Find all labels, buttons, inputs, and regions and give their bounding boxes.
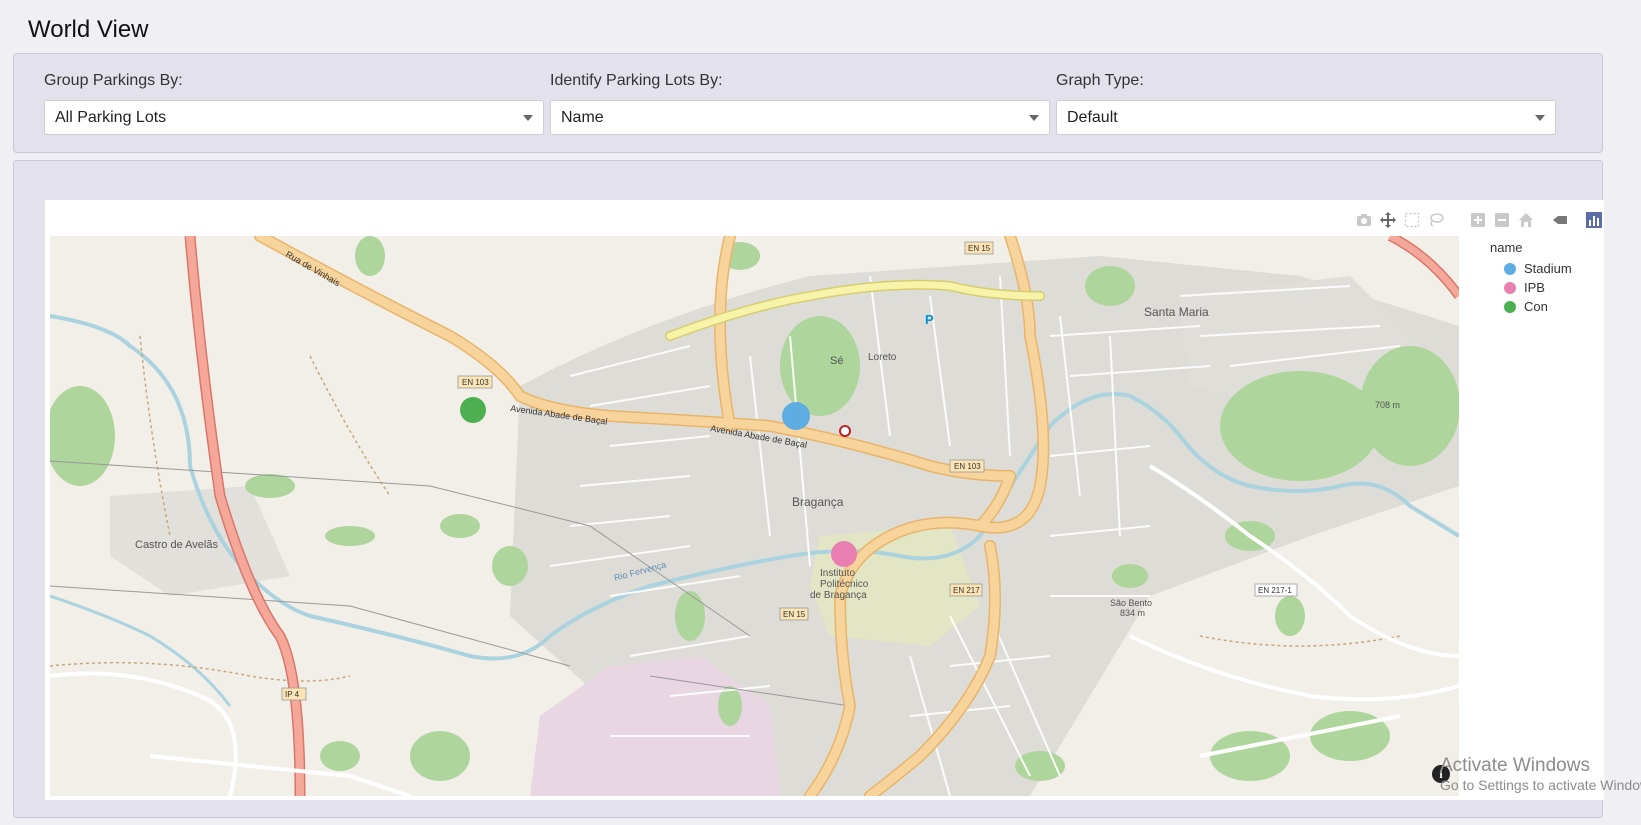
page-title: World View (28, 16, 149, 43)
point-con (460, 397, 486, 423)
chevron-down-icon (1029, 115, 1039, 121)
street-map[interactable]: Castro de Avelãs Bragança Sé Loreto Sant… (50, 236, 1459, 796)
graph-type-filter: Graph Type: Default (1056, 72, 1556, 135)
map-figure: Castro de Avelãs Bragança Sé Loreto Sant… (45, 200, 1604, 800)
shield-en15: EN 15 (968, 244, 991, 253)
legend-title: name (1490, 240, 1523, 255)
legend-label: Stadium (1524, 261, 1572, 276)
label-sao-bento-alt: 834 m (1120, 608, 1145, 618)
lasso-select-icon[interactable] (1426, 210, 1446, 230)
label-santa-maria: Santa Maria (1144, 305, 1209, 319)
modebar (1354, 210, 1604, 230)
chevron-down-icon (523, 115, 533, 121)
plotly-logo-icon[interactable] (1584, 210, 1604, 230)
identify-lots-label: Identify Parking Lots By: (550, 72, 723, 89)
label-castro-de-avelas: Castro de Avelãs (135, 539, 218, 551)
label-se: Sé (830, 355, 843, 367)
label-braganca: Bragança (792, 495, 844, 509)
shield-en15b: EN 15 (783, 610, 806, 619)
hospital-icon (839, 425, 851, 437)
map-tiles: Castro de Avelãs Bragança Sé Loreto Sant… (50, 236, 1459, 796)
legend: name Stadium IPB Con (1490, 240, 1572, 316)
chevron-down-icon (1535, 115, 1545, 121)
reset-view-icon[interactable] (1516, 210, 1536, 230)
group-parkings-filter: Group Parkings By: All Parking Lots (44, 72, 544, 135)
box-select-icon[interactable] (1402, 210, 1422, 230)
label-ipb-2: Politécnico (820, 579, 869, 590)
camera-icon[interactable] (1354, 210, 1374, 230)
shield-en217: EN 217 (953, 586, 980, 595)
label-ipb-3: de Bragança (810, 590, 867, 601)
pan-icon[interactable] (1378, 210, 1398, 230)
graph-type-label: Graph Type: (1056, 72, 1144, 89)
shield-en2171: EN 217-1 (1258, 586, 1292, 595)
toggle-hover-icon[interactable] (1550, 210, 1570, 230)
shield-en103b: EN 103 (954, 462, 981, 471)
zoom-out-icon[interactable] (1492, 210, 1512, 230)
group-parkings-label: Group Parkings By: (44, 72, 183, 89)
legend-item-ipb[interactable]: IPB (1490, 278, 1572, 297)
legend-marker (1504, 281, 1516, 294)
identify-lots-value: Name (561, 109, 604, 126)
shield-ip4: IP 4 (285, 690, 300, 699)
zoom-in-icon[interactable] (1468, 210, 1488, 230)
point-ipb (831, 541, 857, 567)
watermark-line1: Activate Windows (1440, 755, 1590, 776)
watermark-line2: Go to Settings to activate Windows. (1440, 777, 1641, 793)
legend-label: Con (1524, 299, 1548, 314)
group-parkings-select[interactable]: All Parking Lots (44, 100, 544, 135)
shield-en103: EN 103 (462, 378, 489, 387)
label-alt-708: 708 m (1375, 400, 1400, 410)
activation-watermark: Activate Windows Go to Settings to activ… (1440, 755, 1641, 793)
legend-item-con[interactable]: Con (1490, 297, 1572, 316)
group-parkings-value: All Parking Lots (55, 109, 167, 126)
legend-label: IPB (1524, 280, 1545, 295)
legend-item-stadium[interactable]: Stadium (1490, 259, 1572, 278)
label-sao-bento: São Bento (1110, 598, 1152, 608)
graph-type-value: Default (1067, 109, 1118, 126)
label-loreto: Loreto (868, 352, 897, 363)
identify-lots-select[interactable]: Name (550, 100, 1050, 135)
label-ipb-1: Instituto (820, 568, 855, 579)
filter-bar: Group Parkings By: All Parking Lots Iden… (13, 53, 1603, 153)
point-stadium (782, 402, 810, 430)
legend-marker (1504, 300, 1516, 313)
identify-lots-filter: Identify Parking Lots By: Name (550, 72, 1050, 135)
legend-marker (1504, 262, 1516, 275)
graph-type-select[interactable]: Default (1056, 100, 1556, 135)
parking-icon: P (925, 312, 934, 327)
